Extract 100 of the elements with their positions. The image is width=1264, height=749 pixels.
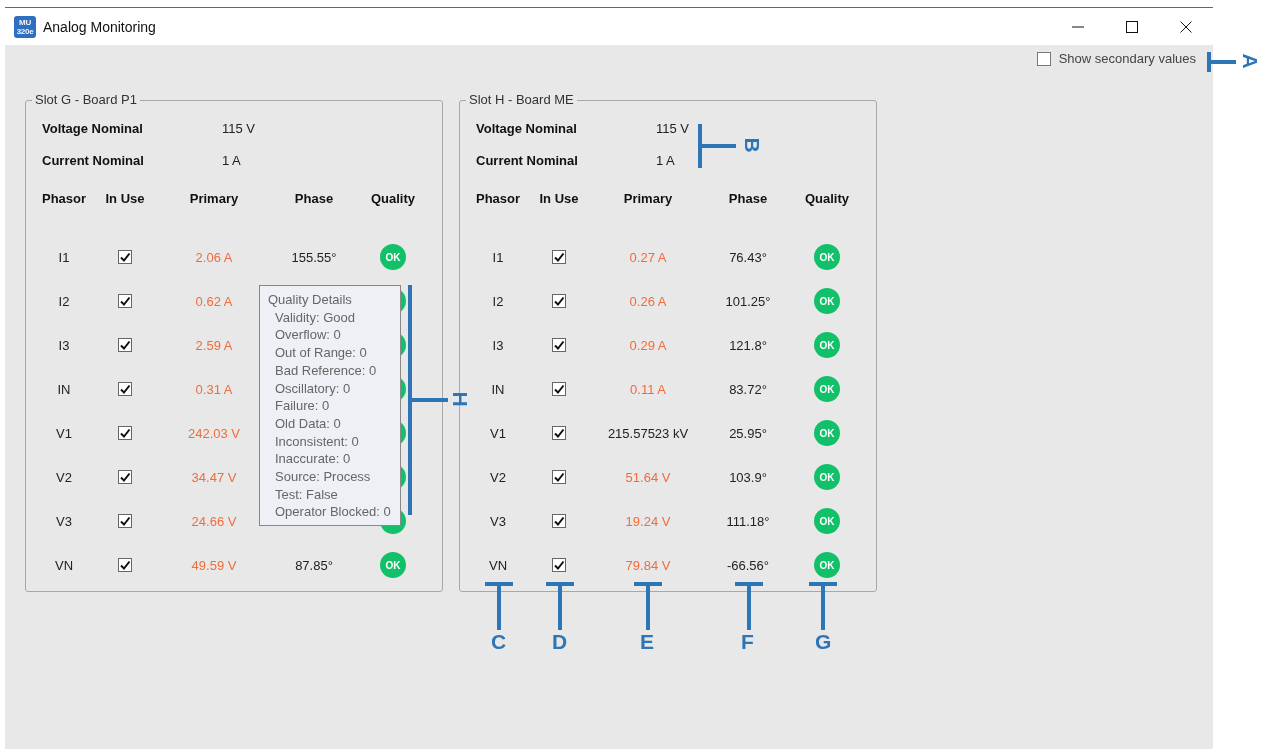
callout-letter: F [741,631,754,653]
callout-bracket [698,124,736,168]
column-header: Phasor [475,191,521,206]
tooltip-line: Operator Blocked: 0 [274,503,392,522]
phasor-name: I2 [492,293,504,309]
callout-bracket [735,582,763,630]
phase-value: 121.8° [729,337,767,353]
checkbox[interactable] [552,514,566,528]
callout-letter: E [640,631,654,653]
checkbox[interactable] [552,338,566,352]
callout-letter: H [448,391,471,407]
phasor-name: IN [491,381,505,397]
callout-letter: B [740,137,763,153]
checkbox[interactable] [118,382,132,396]
quality-badge[interactable]: OK [814,244,840,270]
quality-badge[interactable]: OK [380,244,406,270]
phase-value: 155.55° [291,249,337,265]
quality-badge[interactable]: OK [814,552,840,578]
column-header: Phasor [41,191,87,206]
tooltip-line: Failure: 0 [274,397,331,415]
column-header: In Use [105,191,145,206]
nominal-value: 115 V [656,120,689,138]
column-header: Quality [804,191,850,206]
primary-value: 242.03 V [187,425,240,441]
nominal-label: Current Nominal [476,152,578,170]
checkbox[interactable] [552,294,566,308]
quality-badge[interactable]: OK [380,552,406,578]
phasor-name: V3 [490,513,506,529]
checkbox[interactable] [118,250,132,264]
phasor-name: V2 [490,469,506,485]
tooltip-line: Inaccurate: 0 [274,450,352,469]
phase-value: 103.9° [729,469,767,485]
phasor-name: V2 [56,469,72,485]
phasor-name: I2 [58,293,70,309]
checkbox[interactable] [118,514,132,528]
callout-bracket [1207,52,1236,72]
checkbox[interactable] [118,338,132,352]
minimize-icon [1072,25,1084,28]
phasor-name: IN [57,381,71,397]
phase-value: 111.18° [726,513,770,529]
primary-value: 0.62 A [195,293,233,309]
column-header: Phase [728,191,768,206]
quality-badge[interactable]: OK [814,508,840,534]
tooltip-line: Validity: Good [274,308,356,327]
primary-value: 0.29 A [629,337,667,353]
primary-value: 19.24 V [625,513,671,529]
secondary-values-checkbox[interactable] [1036,51,1051,66]
quality-badge[interactable]: OK [814,288,840,314]
tooltip-title: Quality Details [268,291,353,309]
primary-value: 2.06 A [195,249,233,265]
checkbox[interactable] [118,294,132,308]
tooltip-line: Bad Reference: 0 [274,361,378,380]
tooltip-line: Overflow: 0 [274,326,342,345]
phasor-name: I1 [492,249,504,265]
callout-bracket [485,582,513,630]
callout-letter: C [491,631,507,653]
checkbox[interactable] [552,382,566,396]
tooltip-line: Inconsistent: 0 [274,432,360,451]
tooltip-line: Old Data: 0 [274,414,342,433]
quality-badge[interactable]: OK [814,332,840,358]
tooltip-line: Test: False [274,485,339,504]
callout-bracket [809,582,837,630]
checkbox[interactable] [552,250,566,264]
phasor-name: VN [488,557,508,573]
phasor-name: I3 [58,337,70,353]
primary-value: 215.57523 kV [607,425,689,441]
checkbox[interactable] [118,426,132,440]
maximize-icon [1126,20,1138,33]
primary-value: 0.31 A [195,381,233,397]
primary-value: 51.64 V [625,469,671,485]
checkbox[interactable] [552,426,566,440]
primary-value: 49.59 V [191,557,237,573]
quality-badge[interactable]: OK [814,376,840,402]
phase-value: 25.95° [729,425,767,441]
phase-value: 83.72° [729,381,767,397]
phasor-name: V1 [56,425,72,441]
nominal-label: Voltage Nominal [42,120,143,138]
tooltip-line: Source: Process [274,468,372,486]
phase-value: 101.25° [725,293,771,309]
primary-value: 34.47 V [191,469,237,485]
quality-badge[interactable]: OK [814,420,840,446]
phasor-name: V1 [490,425,506,441]
column-header: Phase [294,191,334,206]
callout-letter: G [815,631,832,653]
column-header: In Use [539,191,579,206]
callout-letter: A [1238,53,1261,69]
phasor-name: VN [54,557,74,573]
checkbox[interactable] [118,470,132,484]
phase-value: -66.56° [726,557,770,573]
phasor-name: I3 [492,337,504,353]
checkbox[interactable] [118,558,132,572]
nominal-value: 115 V [222,120,255,138]
nominal-value: 1 A [656,152,675,170]
primary-value: 24.66 V [191,513,237,529]
checkbox[interactable] [552,558,566,572]
quality-badge[interactable]: OK [814,464,840,490]
tooltip-line: Oscillatory: 0 [274,379,352,398]
checkbox[interactable] [552,470,566,484]
callout-bracket [634,582,662,630]
primary-value: 0.11 A [630,381,666,397]
